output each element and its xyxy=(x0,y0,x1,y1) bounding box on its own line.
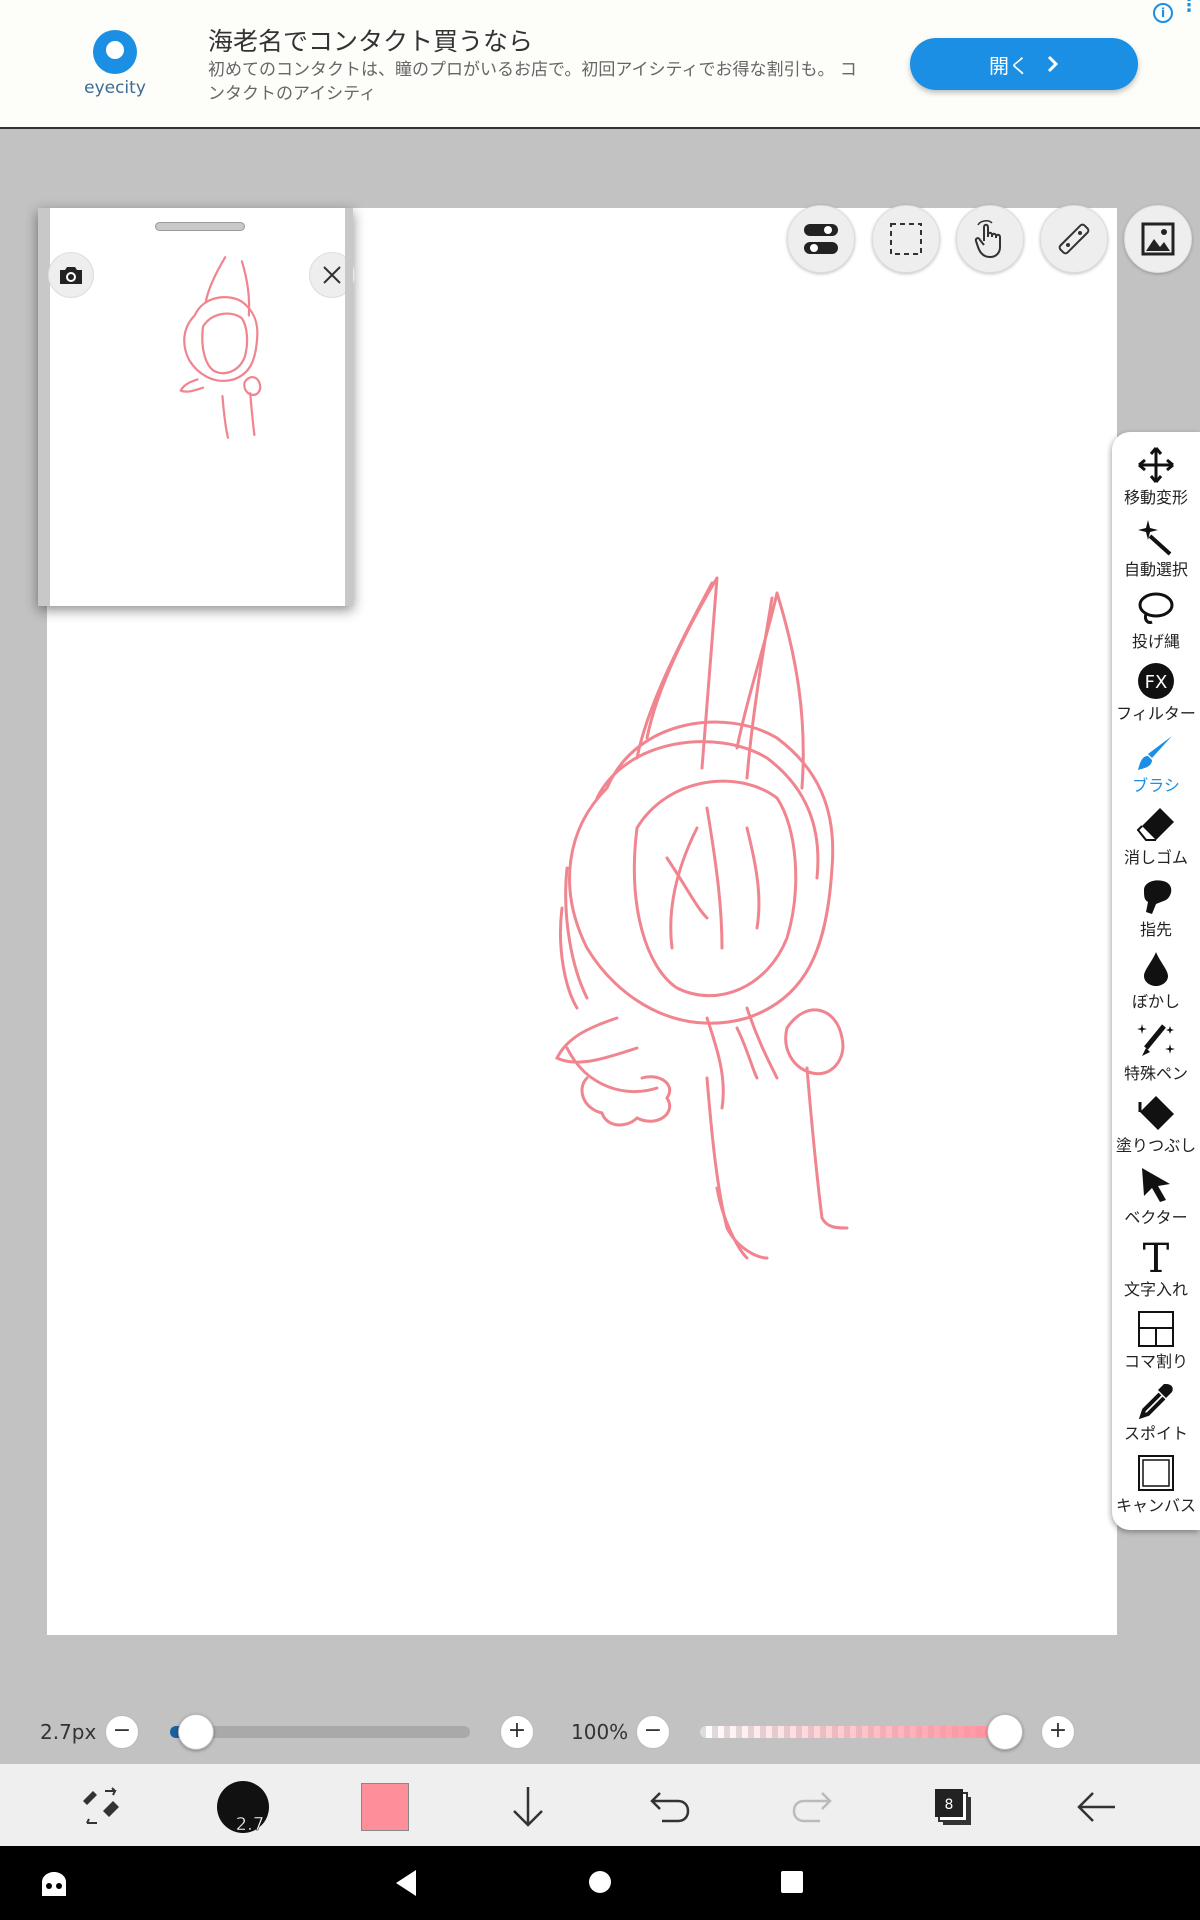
tool-lasso[interactable]: 投げ縄 xyxy=(1112,590,1200,662)
ad-open-button[interactable]: 開く xyxy=(910,38,1138,90)
tool-filter[interactable]: FX フィルター xyxy=(1112,662,1200,734)
opacity-decrease-button[interactable]: − xyxy=(636,1715,670,1749)
brush-size-slider[interactable] xyxy=(170,1726,470,1738)
lasso-icon xyxy=(1138,592,1174,624)
ad-banner[interactable]: eyecity 海老名でコンタクト買うなら 初めてのコンタクトは、瞳のプロがいる… xyxy=(0,0,1200,129)
layers-button[interactable]: 8 xyxy=(928,1782,978,1832)
eyecity-logo-icon xyxy=(93,30,137,74)
image-button[interactable] xyxy=(1124,205,1192,273)
brush-size-knob[interactable] xyxy=(178,1714,214,1750)
canvas-icon xyxy=(1138,1455,1174,1491)
fill-icon xyxy=(1138,1096,1174,1130)
brush-size-preview-icon: 2.7 xyxy=(217,1781,269,1834)
close-preview-button[interactable] xyxy=(309,252,355,298)
magic-wand-icon xyxy=(1138,520,1172,556)
download-button[interactable] xyxy=(503,1782,553,1832)
selection-button[interactable] xyxy=(872,205,940,273)
brush-icon xyxy=(1138,736,1172,770)
tool-eyedropper[interactable]: スポイト xyxy=(1112,1382,1200,1454)
tool-eraser[interactable]: 消しゴム xyxy=(1112,806,1200,878)
tool-text[interactable]: T 文字入れ xyxy=(1112,1238,1200,1310)
ad-description: 初めてのコンタクトは、瞳のプロがいるお店で。初回アイシティでお得な割引も。 コン… xyxy=(208,60,857,104)
color-button[interactable] xyxy=(360,1782,410,1832)
opacity-label: 100% xyxy=(571,1720,629,1744)
tool-vector[interactable]: ベクター xyxy=(1112,1166,1200,1238)
nav-recents-icon[interactable] xyxy=(780,1870,804,1894)
layers-icon: 8 xyxy=(935,1789,971,1825)
opacity-increase-button[interactable]: + xyxy=(1041,1715,1075,1749)
preview-drag-handle[interactable] xyxy=(155,222,245,231)
eraser-icon xyxy=(1136,808,1174,841)
tool-palette: 移動変形 自動選択 投げ縄 FX フィルター ブラシ 消しゴム 指先 ぼかし 特… xyxy=(1112,432,1200,1530)
svg-text:2.7: 2.7 xyxy=(236,1814,265,1834)
hand-icon xyxy=(974,220,1001,259)
close-icon xyxy=(323,266,341,284)
text-icon: T xyxy=(1143,1238,1170,1276)
redo-button[interactable] xyxy=(787,1782,837,1832)
hand-button[interactable] xyxy=(956,205,1024,273)
tool-special-pen[interactable]: 特殊ペン xyxy=(1112,1022,1200,1094)
brush-eraser-switch-button[interactable] xyxy=(76,1782,126,1832)
camera-button[interactable] xyxy=(48,252,94,298)
opacity-slider[interactable] xyxy=(700,1726,1010,1738)
tool-frame-divider[interactable]: コマ割り xyxy=(1112,1310,1200,1382)
tool-brush[interactable]: ブラシ xyxy=(1112,734,1200,806)
ad-more-icon[interactable]: ⋮ xyxy=(1180,0,1198,15)
toggle-button[interactable] xyxy=(787,205,855,273)
nav-back-icon[interactable] xyxy=(392,1868,420,1898)
nav-home-icon[interactable] xyxy=(588,1870,612,1894)
brush-eraser-switch-icon xyxy=(83,1787,119,1824)
app-status-icon xyxy=(42,1872,66,1896)
ad-title[interactable]: 海老名でコンタクト買うなら xyxy=(208,22,533,58)
ad-info-icon[interactable]: i xyxy=(1153,3,1173,23)
tool-fill[interactable]: 塗りつぶし xyxy=(1112,1094,1200,1166)
bottom-toolbar xyxy=(0,1764,1200,1846)
redo-icon xyxy=(792,1792,832,1823)
frame-divider-icon xyxy=(1138,1311,1174,1347)
ruler-icon xyxy=(1058,223,1090,255)
back-button[interactable] xyxy=(1072,1782,1122,1832)
selection-icon xyxy=(890,223,922,255)
undo-button[interactable] xyxy=(645,1782,695,1832)
sketch-drawing xyxy=(554,576,849,1260)
ad-logo-text: eyecity xyxy=(84,78,146,98)
svg-text:T: T xyxy=(1143,1238,1170,1276)
filter-icon: FX xyxy=(1138,663,1174,699)
preview-thumbnail xyxy=(179,256,262,439)
toggle-icon xyxy=(804,224,838,254)
eyedropper-icon xyxy=(1138,1384,1173,1420)
brush-size-button[interactable]: 2.7 xyxy=(216,1780,270,1834)
tool-finger[interactable]: 指先 xyxy=(1112,878,1200,950)
system-navigation-bar xyxy=(0,1846,1200,1920)
move-icon xyxy=(1138,447,1174,483)
svg-text:8: 8 xyxy=(945,1797,954,1813)
ruler-button[interactable] xyxy=(1040,205,1108,273)
image-icon xyxy=(1141,222,1175,256)
special-pen-icon xyxy=(1137,1024,1175,1056)
blur-icon xyxy=(1144,952,1168,986)
finger-icon xyxy=(1144,880,1172,914)
tool-canvas[interactable]: キャンバス xyxy=(1112,1454,1200,1526)
ad-logo: eyecity xyxy=(80,30,150,98)
chevron-right-icon xyxy=(1047,55,1059,73)
opacity-knob[interactable] xyxy=(987,1714,1023,1750)
tool-blur[interactable]: ぼかし xyxy=(1112,950,1200,1022)
ad-open-label: 開く xyxy=(989,53,1029,78)
brush-size-increase-button[interactable]: + xyxy=(500,1715,534,1749)
tool-move-transform[interactable]: 移動変形 xyxy=(1112,446,1200,518)
navigator-preview[interactable] xyxy=(38,208,355,606)
arrow-down-icon xyxy=(513,1787,543,1827)
brush-size-decrease-button[interactable]: − xyxy=(105,1715,139,1749)
undo-icon xyxy=(650,1792,690,1823)
tool-auto-select[interactable]: 自動選択 xyxy=(1112,518,1200,590)
camera-icon xyxy=(60,267,82,284)
vector-icon xyxy=(1142,1168,1170,1202)
arrow-left-icon xyxy=(1077,1792,1115,1822)
color-swatch xyxy=(361,1783,409,1831)
svg-text:FX: FX xyxy=(1145,672,1168,693)
brush-size-label: 2.7px xyxy=(40,1720,97,1744)
